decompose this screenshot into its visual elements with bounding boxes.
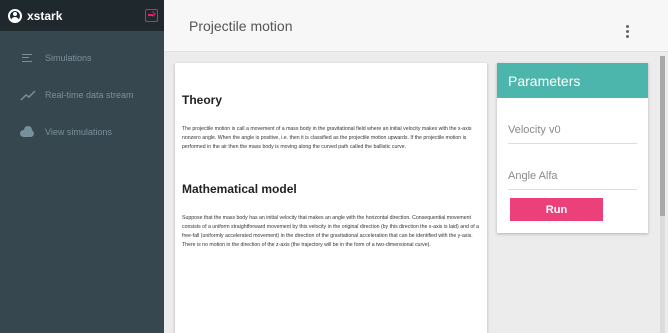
velocity-input[interactable] <box>508 124 637 136</box>
topbar: Projectile motion <box>164 0 668 52</box>
parameters-title: Parameters <box>497 63 648 98</box>
velocity-field-wrapper <box>508 98 637 144</box>
model-title: Mathematical model <box>182 182 297 196</box>
run-button[interactable]: Run <box>510 198 603 221</box>
list-icon <box>20 52 36 64</box>
logout-icon[interactable] <box>145 9 158 22</box>
angle-input[interactable] <box>508 170 637 182</box>
theory-card: Theory The projectile motion is call a m… <box>175 63 487 333</box>
parameters-card: Parameters Run <box>497 63 648 233</box>
more-vert-icon[interactable] <box>626 25 630 38</box>
model-body: Suppose that the mass body has an initia… <box>182 215 479 248</box>
theory-title: Theory <box>182 93 223 107</box>
app: xstark Simulations Real-time data stream… <box>0 0 668 333</box>
theory-body: The projectile motion is call a movement… <box>182 126 472 150</box>
username: xstark <box>27 8 63 23</box>
page-title: Projectile motion <box>189 17 293 34</box>
cloud-icon <box>20 125 36 138</box>
scroll-thumb[interactable] <box>660 56 665 216</box>
sidebar-item-label: Real-time data stream <box>45 89 134 100</box>
sidebar-menu: Simulations Real-time data stream View s… <box>0 31 164 333</box>
sidebar-item-label: Simulations <box>45 52 92 63</box>
sidebar-item-simulations[interactable]: Simulations <box>0 39 164 76</box>
sidebar-header: xstark <box>0 0 164 31</box>
sidebar-item-real-time-data-stream[interactable]: Real-time data stream <box>0 76 164 113</box>
user-icon <box>8 8 22 23</box>
sidebar-item-label: View simulations <box>45 126 112 137</box>
trend-icon <box>20 89 36 101</box>
angle-field-wrapper <box>508 144 637 190</box>
sidebar: xstark Simulations Real-time data stream… <box>0 0 164 333</box>
scrollbar[interactable] <box>660 56 665 333</box>
sidebar-item-view-simulations[interactable]: View simulations <box>0 113 164 150</box>
